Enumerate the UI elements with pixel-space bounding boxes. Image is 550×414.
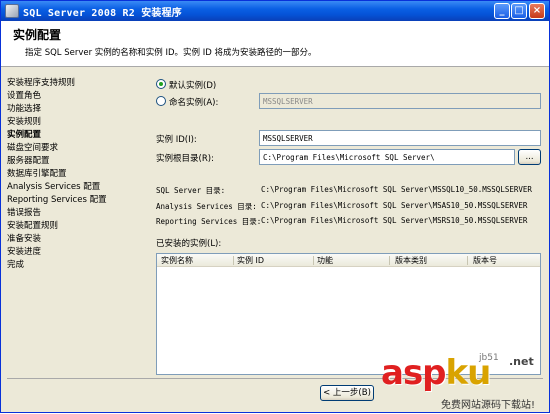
nav-item-instance-configuration[interactable]: 实例配置 (7, 128, 41, 140)
named-instance-radio[interactable] (156, 96, 166, 106)
watermark-tagline: 免费网站源码下载站! (441, 400, 536, 411)
nav-item-config-rules[interactable]: 安装配置规则 (7, 219, 58, 231)
analysis-services-dir-value: C:\Program Files\Microsoft SQL Server\MS… (261, 201, 528, 210)
default-instance-label[interactable]: 默认实例(D) (169, 79, 216, 91)
page-header: 实例配置 指定 SQL Server 实例的名称和实例 ID。实例 ID 将成为… (1, 21, 549, 67)
nav-item-analysis-services[interactable]: Analysis Services 配置 (7, 180, 100, 192)
column-header-instance-name[interactable]: 实例名称 (161, 255, 193, 266)
reporting-services-dir-value: C:\Program Files\Microsoft SQL Server\MS… (261, 216, 528, 225)
nav-item-error-reporting[interactable]: 错误报告 (7, 206, 41, 218)
column-divider[interactable] (389, 256, 390, 265)
maximize-button[interactable]: □ (511, 3, 527, 19)
column-header-features[interactable]: 功能 (317, 255, 333, 266)
watermark-logo-left: asp (381, 353, 447, 393)
nav-item-ready-to-install[interactable]: 准备安装 (7, 232, 41, 244)
close-button[interactable]: × (529, 3, 545, 19)
nav-item-setup-support-rules[interactable]: 安装程序支持规则 (7, 76, 75, 88)
instance-id-label: 实例 ID(I): (156, 135, 197, 145)
nav-item-reporting-services[interactable]: Reporting Services 配置 (7, 193, 107, 205)
named-instance-label[interactable]: 命名实例(A): (169, 96, 218, 108)
minimize-button[interactable]: _ (494, 3, 510, 19)
page-title: 实例配置 (13, 28, 62, 42)
analysis-services-dir-label: Analysis Services 目录: (156, 202, 257, 211)
instance-root-input[interactable]: C:\Program Files\Microsoft SQL Server\ (259, 149, 515, 165)
page-subtitle: 指定 SQL Server 实例的名称和实例 ID。实例 ID 将成为安装路径的… (25, 48, 317, 58)
minimize-icon: _ (499, 5, 505, 16)
column-header-edition[interactable]: 版本类别 (395, 255, 427, 266)
named-instance-input[interactable]: MSSQLSERVER (259, 93, 541, 109)
table-header: 实例名称 实例 ID 功能 版本类别 版本号 (157, 254, 540, 267)
default-instance-radio[interactable] (156, 79, 166, 89)
window-title: SQL Server 2008 R2 安装程序 (23, 8, 182, 19)
maximize-icon: □ (514, 5, 524, 16)
watermark-logo: aspku (381, 353, 492, 393)
browse-button[interactable]: ... (518, 149, 541, 165)
reporting-services-dir-label: Reporting Services 目录: (156, 217, 262, 226)
nav-item-installation-progress[interactable]: 安装进度 (7, 245, 41, 257)
installed-instances-label: 已安装的实例(L): (156, 239, 222, 249)
instance-root-label: 实例根目录(R): (156, 154, 214, 164)
watermark-logo-right: ku (445, 353, 492, 393)
sql-server-dir-label: SQL Server 目录: (156, 186, 226, 195)
nav-item-database-engine[interactable]: 数据库引擎配置 (7, 167, 67, 179)
app-icon (5, 4, 19, 18)
nav-item-disk-space[interactable]: 磁盘空间要求 (7, 141, 58, 153)
nav-item-complete[interactable]: 完成 (7, 258, 24, 270)
installer-window: SQL Server 2008 R2 安装程序 _ □ × 实例配置 指定 SQ… (0, 0, 550, 413)
close-icon: × (532, 5, 542, 16)
nav-item-installation-rules[interactable]: 安装规则 (7, 115, 41, 127)
back-button[interactable]: < 上一步(B) (320, 385, 374, 401)
column-header-version[interactable]: 版本号 (473, 255, 497, 266)
site-watermark: jb51 .net aspku 免费网站源码下载站! (381, 353, 550, 414)
nav-item-server-configuration[interactable]: 服务器配置 (7, 154, 50, 166)
column-header-instance-id[interactable]: 实例 ID (237, 255, 264, 266)
column-divider[interactable] (313, 256, 314, 265)
title-bar[interactable]: SQL Server 2008 R2 安装程序 _ □ × (1, 1, 549, 21)
step-navigation: 安装程序支持规则 设置角色 功能选择 安装规则 实例配置 磁盘空间要求 服务器配… (1, 68, 149, 378)
column-divider[interactable] (233, 256, 234, 265)
instance-id-input[interactable]: MSSQLSERVER (259, 130, 541, 146)
nav-item-feature-selection[interactable]: 功能选择 (7, 102, 41, 114)
watermark-suffix: .net (509, 355, 534, 368)
nav-item-setup-role[interactable]: 设置角色 (7, 89, 41, 101)
column-divider[interactable] (467, 256, 468, 265)
sql-server-dir-value: C:\Program Files\Microsoft SQL Server\MS… (261, 185, 532, 194)
